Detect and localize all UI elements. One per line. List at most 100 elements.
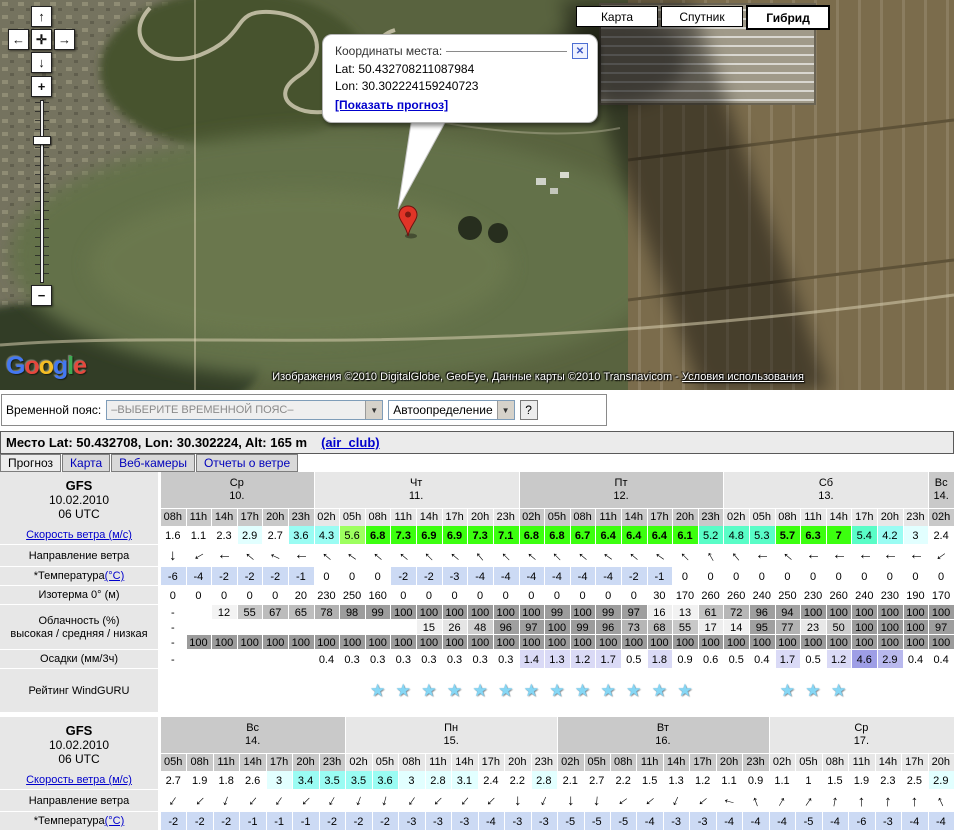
temperature-unit-link[interactable]: (°C) bbox=[105, 570, 125, 583]
wind-arrow-icon: ↑ bbox=[600, 549, 617, 564]
temperature-cell: -3 bbox=[875, 812, 901, 831]
wind-direction-cell: ↑ bbox=[339, 545, 365, 567]
wind-speed-cell: 6.9 bbox=[442, 526, 468, 545]
hour-header: 14h bbox=[826, 508, 852, 526]
cloud-mid-cell: 73 bbox=[621, 620, 647, 635]
cloud-low-cell: 100 bbox=[826, 635, 852, 650]
rating-cell bbox=[928, 669, 954, 713]
wind-speed-cell: 6.8 bbox=[365, 526, 391, 545]
temperature-cell: -4 bbox=[544, 567, 570, 586]
wind-arrow-icon: ↑ bbox=[169, 549, 177, 564]
timezone-select-value: –ВЫБЕРИТЕ ВРЕМЕННОЙ ПОЯС– bbox=[111, 404, 293, 416]
wind-speed-cell: 3.5 bbox=[345, 771, 371, 790]
chevron-down-icon: ▼ bbox=[497, 401, 514, 419]
map-center-button[interactable]: ✛ bbox=[31, 29, 52, 50]
cloud-low-cell: 100 bbox=[262, 635, 288, 650]
temperature-cell: -1 bbox=[239, 812, 265, 831]
temperature-cell: -3 bbox=[504, 812, 530, 831]
wind-arrow-icon: ↑ bbox=[192, 793, 208, 809]
isotherm-cell: 0 bbox=[544, 586, 570, 605]
precipitation-cell: 0.3 bbox=[467, 650, 493, 669]
day-date: 13. bbox=[818, 490, 833, 503]
cloud-mid-cell bbox=[211, 620, 237, 635]
map-zoom-in-button[interactable]: + bbox=[31, 76, 52, 97]
forecast-table: GFS10.02.201006 UTCВс14.Пн15.Вт16.Ср17.0… bbox=[0, 717, 954, 831]
wind-speed-cell: 2.3 bbox=[211, 526, 237, 545]
rating-cell bbox=[314, 669, 340, 713]
precipitation-cell: 0.4 bbox=[314, 650, 340, 669]
precipitation-cell: - bbox=[160, 650, 186, 669]
isotherm-cell: 0 bbox=[262, 586, 288, 605]
hour-header: 11h bbox=[848, 753, 874, 771]
wind-direction-cell: ↑ bbox=[647, 545, 673, 567]
zoom-slider-track[interactable] bbox=[40, 100, 44, 283]
wind-direction-cell: ↑ bbox=[237, 545, 263, 567]
spot-link[interactable]: (air_club) bbox=[321, 435, 380, 450]
isotherm-cell: 0 bbox=[237, 586, 263, 605]
tab-прогноз[interactable]: Прогноз bbox=[0, 454, 61, 472]
hour-header: 17h bbox=[647, 508, 673, 526]
tab-отчеты-о-ветре[interactable]: Отчеты о ветре bbox=[196, 454, 298, 472]
isotherm-cell: 240 bbox=[749, 586, 775, 605]
star-icon: ★ bbox=[626, 681, 641, 701]
coords-balloon: ✕ Координаты места: Lat: 50.432708211087… bbox=[322, 34, 598, 123]
cloud-high-cell: - bbox=[160, 605, 186, 620]
map-zoom-out-button[interactable]: − bbox=[31, 285, 52, 306]
wind-arrow-icon: ↑ bbox=[421, 548, 437, 564]
zoom-slider-handle[interactable] bbox=[33, 136, 51, 145]
wind-arrow-icon: ↑ bbox=[592, 793, 601, 809]
map-type-button-inactive[interactable]: Спутник bbox=[661, 6, 743, 27]
cloud-high-cell: 13 bbox=[672, 605, 698, 620]
map-type-button-inactive[interactable]: Карта bbox=[576, 6, 658, 27]
map-pan-left-button[interactable]: ← bbox=[8, 29, 29, 50]
temperature-unit-link[interactable]: (°C) bbox=[105, 815, 125, 828]
show-forecast-link[interactable]: [Показать прогноз] bbox=[335, 98, 448, 112]
terms-link[interactable]: Условия использования bbox=[682, 371, 804, 383]
timezone-auto-select[interactable]: Автоопределение ▼ bbox=[388, 400, 514, 420]
day-name: Сб bbox=[819, 477, 833, 490]
star-icon: ★ bbox=[677, 681, 692, 701]
precipitation-label: Осадки (мм/3ч) bbox=[0, 650, 160, 669]
cloud-mid-cell bbox=[339, 620, 365, 635]
map-pan-right-button[interactable]: → bbox=[54, 29, 75, 50]
hour-header: 08h bbox=[186, 753, 212, 771]
help-button[interactable]: ? bbox=[520, 400, 538, 420]
map-pan-up-button[interactable]: ↑ bbox=[31, 6, 52, 27]
close-icon[interactable]: ✕ bbox=[572, 43, 588, 59]
wind-speed-link[interactable]: Скорость ветра (м/с) bbox=[26, 529, 132, 542]
day-header-row: Вс14.Пн15.Вт16.Ср17. bbox=[160, 717, 954, 753]
wind-direction-cell: ↑ bbox=[769, 790, 795, 812]
isotherm-cell: 0 bbox=[467, 586, 493, 605]
precipitation-cell: 0.5 bbox=[800, 650, 826, 669]
google-logo-letter: e bbox=[73, 352, 86, 380]
wind-arrow-icon: ↑ bbox=[749, 793, 761, 810]
wind-arrow-icon: ↑ bbox=[245, 793, 260, 809]
wind-arrow-icon: ↑ bbox=[626, 548, 642, 563]
tab-веб-камеры[interactable]: Веб-камеры bbox=[111, 454, 195, 472]
wind-arrow-icon: ↑ bbox=[933, 549, 950, 564]
rating-cell: ★ bbox=[390, 669, 416, 713]
temperature-cell: -2 bbox=[416, 567, 442, 586]
cloud-high-cell: 100 bbox=[442, 605, 468, 620]
rating-cell: ★ bbox=[570, 669, 596, 713]
hour-header: 05h bbox=[339, 508, 365, 526]
day-date: 10. bbox=[229, 490, 244, 503]
timezone-select[interactable]: –ВЫБЕРИТЕ ВРЕМЕННОЙ ПОЯС– ▼ bbox=[106, 400, 383, 420]
map-attribution: Изображения ©2010 DigitalGlobe, GeoEye, … bbox=[272, 371, 804, 383]
tab-карта[interactable]: Карта bbox=[62, 454, 110, 472]
map-type-button-active[interactable]: Гибрид bbox=[746, 5, 830, 30]
wind-arrow-icon: ↑ bbox=[549, 548, 565, 564]
map-canvas[interactable]: ↑ ← ✛ → ↓ + − КартаСпутникГибрид ✕ Коорд… bbox=[0, 0, 954, 390]
wind-arrow-icon: ↑ bbox=[404, 793, 419, 810]
day-header: Вс14. bbox=[160, 717, 345, 753]
attribution-text: Изображения ©2010 DigitalGlobe, GeoEye, … bbox=[272, 371, 682, 383]
google-logo-letter: G bbox=[6, 352, 24, 380]
wind-arrow-icon: ↑ bbox=[729, 548, 744, 564]
map-pan-down-button[interactable]: ↓ bbox=[31, 52, 52, 73]
page: ↑ ← ✛ → ↓ + − КартаСпутникГибрид ✕ Коорд… bbox=[0, 0, 954, 831]
minus-icon: − bbox=[38, 288, 46, 303]
wind-direction-cell: ↑ bbox=[851, 545, 877, 567]
wind-speed-link[interactable]: Скорость ветра (м/с) bbox=[26, 774, 132, 787]
hour-header: 08h bbox=[822, 753, 848, 771]
chevron-down-icon: ▼ bbox=[365, 401, 382, 419]
